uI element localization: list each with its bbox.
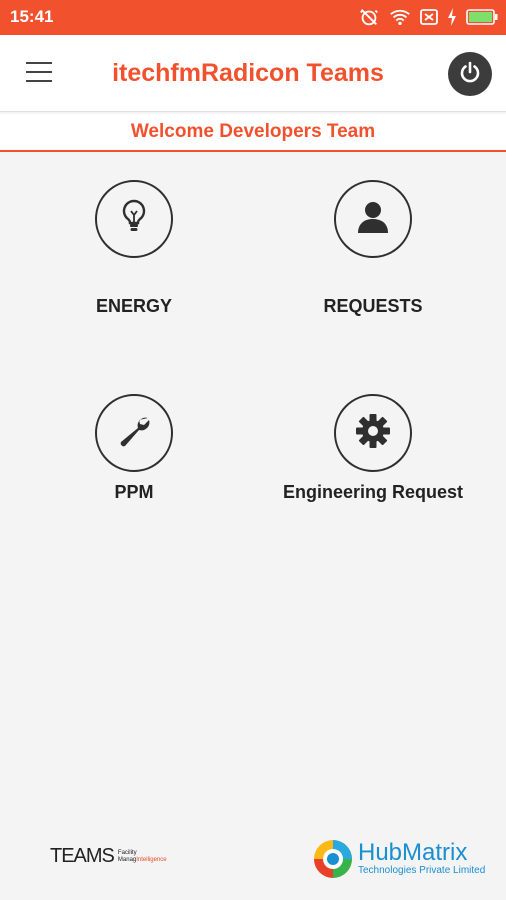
app-bar: itechfmRadicon Teams	[0, 35, 506, 112]
lightbulb-icon	[120, 199, 148, 240]
ppm-circle	[95, 394, 173, 472]
teams-logo: TEAMS Facility ManagIntelligence	[50, 845, 167, 868]
teams-tagline-line1: Facility	[117, 849, 137, 856]
hubmatrix-name: HubMatrix	[358, 839, 468, 866]
gear-icon	[354, 412, 392, 455]
engineering-request-circle	[334, 394, 412, 472]
requests-circle	[334, 180, 412, 258]
status-icons	[358, 6, 498, 28]
tile-requests-label: REQUESTS	[323, 296, 423, 316]
teams-tagline: Facility ManagIntelligence	[118, 850, 167, 864]
hubmatrix-logo: HubMatrix Technologies Private Limited	[312, 838, 485, 880]
tile-ppm[interactable]: PPM	[14, 394, 254, 503]
battery-icon	[466, 9, 498, 25]
status-time: 15:41	[10, 7, 54, 26]
charging-icon	[447, 8, 457, 26]
hubmatrix-text: HubMatrix Technologies Private Limited	[358, 841, 485, 877]
power-icon	[458, 60, 482, 89]
wrench-icon	[115, 412, 153, 455]
teams-logo-word: TEAMS	[50, 845, 115, 867]
app-title: itechfmRadicon Teams	[112, 59, 384, 87]
teams-tagline-line2: Manag	[117, 856, 137, 863]
hubmatrix-subtitle: Technologies Private Limited	[358, 865, 486, 876]
tile-ppm-label: PPM	[114, 482, 154, 502]
sim-off-icon	[420, 8, 438, 26]
power-button[interactable]	[448, 52, 492, 96]
welcome-banner: Welcome Developers Team	[0, 114, 506, 152]
tile-engineering-request-label: Engineering Request	[282, 482, 464, 502]
energy-circle	[95, 180, 173, 258]
teams-tagline-line3: Intelligence	[136, 856, 167, 863]
status-bar: 15:41	[0, 0, 506, 35]
hubmatrix-logo-icon	[312, 838, 354, 880]
person-icon	[355, 199, 391, 240]
tile-requests[interactable]: REQUESTS	[253, 180, 493, 317]
tile-engineering-request[interactable]: Engineering Request	[253, 394, 493, 503]
tile-energy-label: ENERGY	[95, 296, 173, 316]
alarm-off-icon	[358, 6, 380, 28]
wifi-icon	[389, 7, 411, 27]
tile-energy[interactable]: ENERGY	[14, 180, 254, 317]
